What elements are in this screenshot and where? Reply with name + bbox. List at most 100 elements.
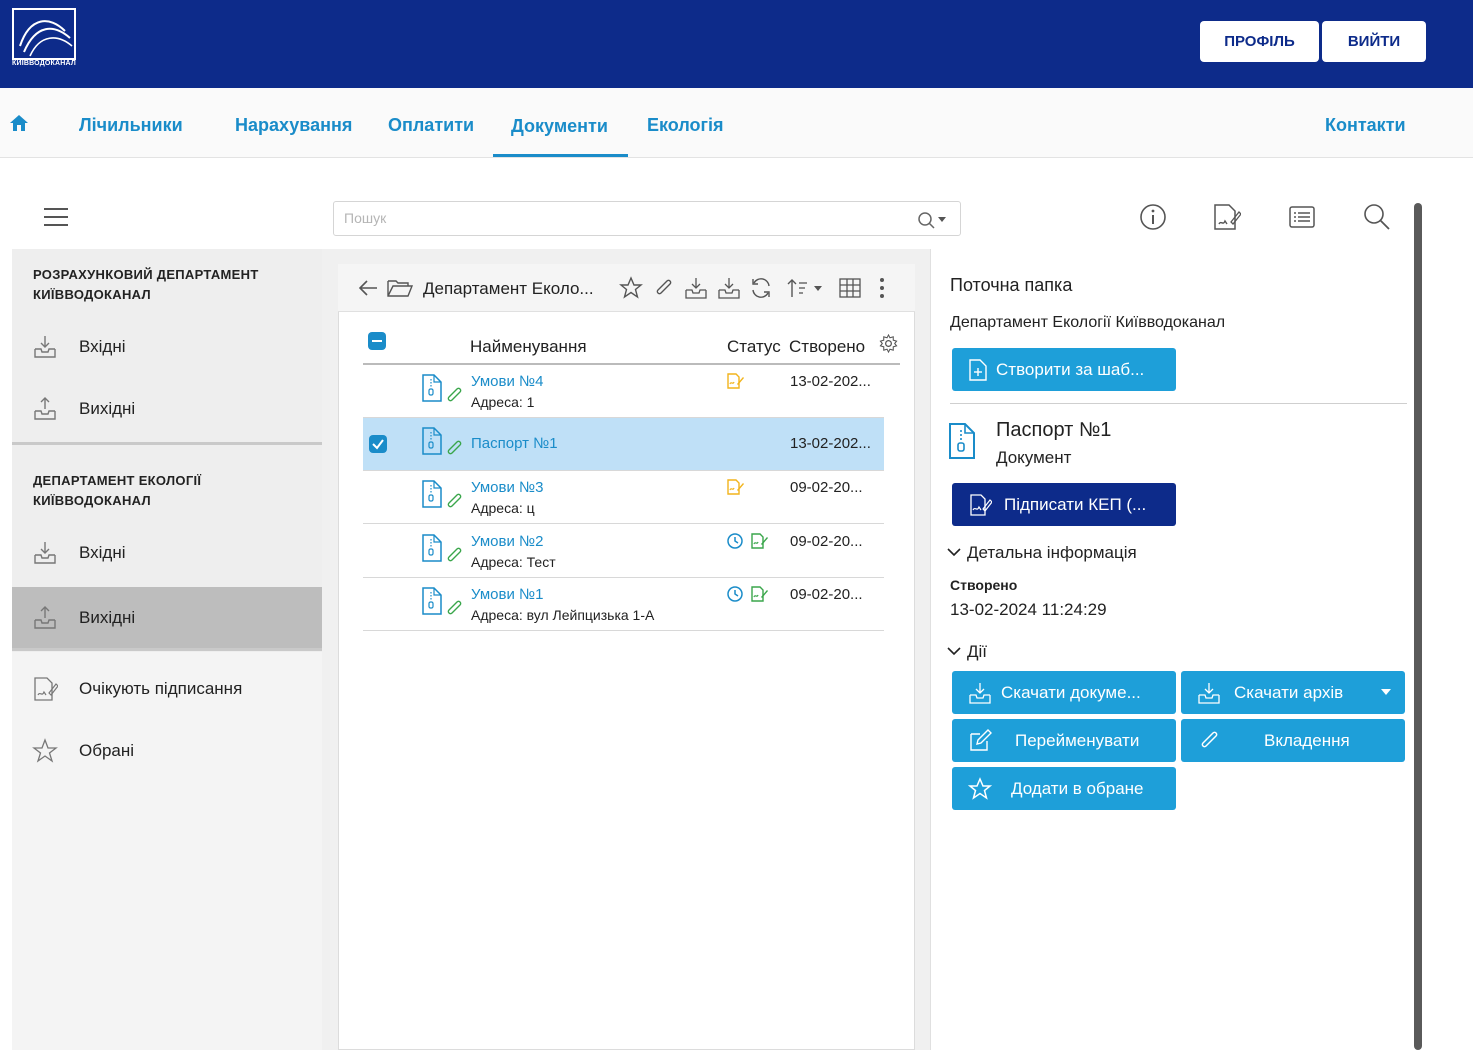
button-label: Додати в обране	[1011, 778, 1144, 798]
active-tab-indicator	[493, 154, 628, 157]
create-from-template-button[interactable]: Створити за шаб...	[952, 348, 1176, 391]
sidebar-divider	[12, 442, 322, 445]
nav-item-pay[interactable]: Оплатити	[388, 115, 474, 136]
sidebar-item-inbox-1[interactable]: Вхідні	[12, 316, 322, 378]
created-date: 13-02-202...	[790, 435, 871, 452]
sidebar-item-inbox-2[interactable]: Вхідні	[12, 522, 322, 584]
folder-title: Департамент Еколо...	[423, 279, 594, 298]
logout-button[interactable]: ВИЙТИ	[1322, 21, 1426, 62]
created-date: 09-02-20...	[790, 479, 863, 496]
document-icon	[422, 534, 442, 562]
list-view-icon[interactable]	[1287, 202, 1317, 232]
outbox-upload-icon	[34, 606, 56, 629]
current-folder-label: Поточна папка	[950, 275, 1073, 295]
status-icons	[726, 532, 768, 550]
search-options-icon[interactable]	[916, 210, 950, 230]
download-icon	[1198, 682, 1220, 704]
column-header-created[interactable]: Створено	[789, 337, 865, 357]
nav-item-charges[interactable]: Нарахування	[235, 115, 352, 136]
button-label: Перейменувати	[1015, 730, 1140, 750]
download-icon[interactable]	[684, 276, 708, 300]
column-settings-gear-icon[interactable]	[879, 334, 898, 353]
created-date: 13-02-202...	[790, 373, 871, 390]
paperclip-icon	[447, 387, 462, 402]
chevron-down-icon[interactable]	[946, 544, 962, 560]
table-row[interactable]: Умови №1 Адреса: вул Лейпцизька 1-А 09-02-…	[363, 578, 884, 631]
document-type: Документ	[996, 448, 1072, 467]
refresh-icon[interactable]	[749, 276, 773, 300]
status-icons	[726, 478, 744, 496]
column-header-status[interactable]: Статус	[727, 337, 781, 357]
nav-item-contacts[interactable]: Контакти	[1325, 115, 1406, 136]
document-name[interactable]: Умови №4	[471, 373, 543, 390]
sidebar-item-label: Очікують підписання	[79, 679, 243, 698]
profile-button[interactable]: ПРОФІЛЬ	[1200, 21, 1319, 62]
column-header-name[interactable]: Найменування	[470, 337, 587, 357]
add-to-favorites-button[interactable]: Додати в обране	[952, 767, 1176, 810]
sidebar: РОЗРАХУНКОВИЙ ДЕПАРТАМЕНТ КИЇВВОДОКАНАЛ …	[12, 249, 322, 1050]
sign-document-icon	[34, 677, 58, 701]
document-address: Адреса: вул Лейпцизька 1-А	[471, 607, 655, 623]
document-title: Паспорт №1	[996, 419, 1112, 441]
created-date: 09-02-20...	[790, 586, 863, 603]
main-nav: Лічильники Нарахування Оплатити Документ…	[0, 88, 1473, 158]
caret-down-icon[interactable]	[1380, 688, 1392, 696]
attachments-button[interactable]: Вкладення	[1181, 719, 1405, 762]
more-vertical-icon[interactable]	[870, 276, 894, 300]
status-icons	[726, 372, 744, 390]
sidebar-item-pending-sign[interactable]: Очікують підписання	[12, 658, 322, 720]
sign-kep-button[interactable]: Підписати КЕП (...	[952, 483, 1176, 526]
home-icon[interactable]	[9, 113, 29, 133]
signed-icon	[751, 533, 768, 549]
folder-open-icon	[387, 280, 414, 297]
detail-info-toggle[interactable]: Детальна інформація	[967, 543, 1137, 563]
select-all-checkbox[interactable]	[368, 332, 386, 350]
document-name[interactable]: Умови №3	[471, 479, 543, 496]
search-icon[interactable]	[1362, 202, 1392, 232]
created-value: 13-02-2024 11:24:29	[950, 600, 1107, 619]
paperclip-icon	[1201, 731, 1218, 747]
search-input[interactable]	[344, 210, 904, 226]
table-row[interactable]: Паспорт №1 13-02-202...	[363, 418, 884, 471]
sign-document-icon[interactable]	[1211, 202, 1241, 232]
table-row[interactable]: Умови №3 Адреса: ц 09-02-20...	[363, 471, 884, 524]
chevron-down-icon[interactable]	[946, 643, 962, 659]
rename-button[interactable]: Перейменувати	[952, 719, 1176, 762]
table-view-icon[interactable]	[838, 276, 862, 300]
star-icon[interactable]	[619, 276, 643, 300]
download-document-button[interactable]: Скачати докуме...	[952, 671, 1176, 714]
sidebar-item-outbox-1[interactable]: Вихідні	[12, 378, 322, 440]
sidebar-item-outbox-2[interactable]: Вихідні	[12, 587, 322, 649]
table-row[interactable]: Умови №4 Адреса: 1 13-02-202...	[363, 365, 884, 418]
row-checkbox[interactable]	[369, 435, 387, 453]
sidebar-item-favorites[interactable]: Обрані	[12, 720, 322, 782]
actions-toggle[interactable]: Дії	[967, 642, 987, 662]
paperclip-icon[interactable]	[652, 276, 676, 300]
info-icon[interactable]	[1138, 202, 1168, 232]
paperclip-icon	[447, 600, 462, 615]
document-name[interactable]: Паспорт №1	[471, 435, 558, 452]
button-label: Вкладення	[1264, 730, 1350, 750]
document-name[interactable]: Умови №2	[471, 533, 543, 550]
paperclip-icon	[447, 493, 462, 508]
inbox-download-icon	[34, 336, 56, 358]
new-file-icon	[969, 358, 987, 381]
download-archive-button[interactable]: Скачати архів	[1181, 671, 1405, 714]
document-address: Адреса: Тест	[471, 554, 556, 570]
download-archive-icon[interactable]	[717, 276, 741, 300]
nav-item-documents[interactable]: Документи	[511, 116, 608, 137]
vertical-scrollbar[interactable]	[1414, 203, 1422, 1050]
table-row[interactable]: Умови №2 Адреса: Тест 09-02-20...	[363, 525, 884, 578]
nav-item-meters[interactable]: Лічильники	[79, 115, 183, 136]
nav-item-ecology[interactable]: Екологія	[647, 115, 724, 136]
star-icon	[968, 776, 992, 800]
document-icon	[949, 423, 975, 459]
button-label: Скачати архів	[1234, 682, 1344, 702]
document-name[interactable]: Умови №1	[471, 586, 543, 603]
back-arrow-icon[interactable]	[356, 276, 380, 300]
created-date: 09-02-20...	[790, 533, 863, 550]
menu-icon[interactable]	[44, 208, 68, 228]
sort-icon[interactable]	[786, 276, 826, 300]
search-field[interactable]	[333, 201, 961, 236]
paperclip-icon	[447, 440, 462, 455]
